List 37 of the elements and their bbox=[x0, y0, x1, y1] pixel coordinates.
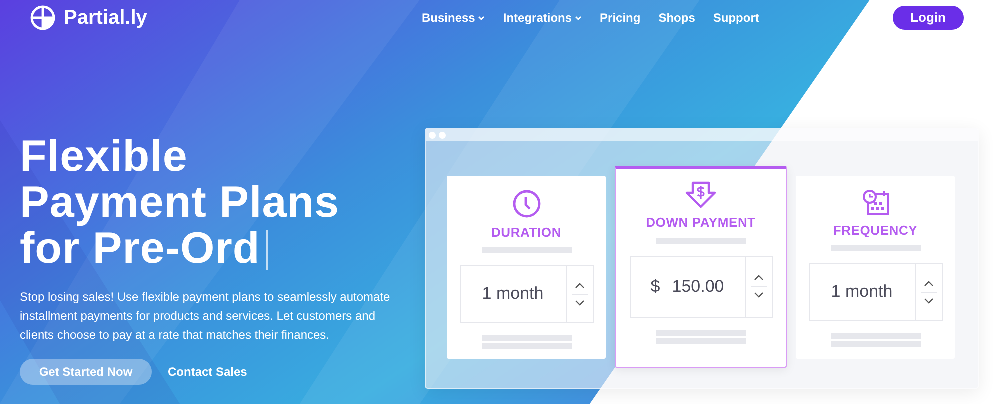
chevron-up-icon[interactable] bbox=[754, 275, 764, 281]
headline-line: Flexible bbox=[20, 134, 188, 180]
chevron-up-icon[interactable] bbox=[574, 282, 584, 288]
caret-icon bbox=[575, 16, 582, 20]
field-value: 1 month bbox=[831, 281, 893, 304]
chevron-down-icon[interactable] bbox=[924, 298, 934, 304]
stepper-field[interactable]: 1 month bbox=[460, 265, 594, 323]
chevron-down-icon[interactable] bbox=[574, 300, 584, 306]
field-value: 1 month bbox=[482, 283, 544, 306]
option-card[interactable]: FREQUENCY 1 month bbox=[796, 176, 955, 358]
nav-link[interactable]: Support bbox=[713, 9, 760, 27]
calendar-clock-icon bbox=[862, 188, 890, 216]
down-arrow-dollar-icon bbox=[685, 181, 717, 209]
text-cursor bbox=[266, 230, 268, 270]
nav-link[interactable]: Pricing bbox=[600, 9, 641, 27]
card-title: FREQUENCY bbox=[833, 222, 918, 240]
hero-description: Stop losing sales! Use flexible payment plans to seamlessly automate installment payments for products and services. Let customers and clients choose to pay at a rate that matches their finances. bbox=[20, 289, 392, 344]
option-card[interactable]: DURATION 1 month bbox=[447, 176, 606, 358]
card-title: DOWN PAYMENT bbox=[646, 214, 756, 232]
nav-link[interactable]: Integrations bbox=[503, 9, 582, 27]
login-button[interactable]: Login bbox=[892, 6, 964, 30]
stepper-field[interactable]: 1 month bbox=[808, 263, 942, 321]
contact-sales-link[interactable]: Contact Sales bbox=[166, 359, 250, 385]
logo-icon bbox=[30, 5, 56, 31]
field-value: 150.00 bbox=[672, 276, 724, 298]
headline-line: Payment Plans bbox=[20, 180, 340, 226]
card-title: DURATION bbox=[491, 224, 562, 242]
currency-symbol: $ bbox=[650, 276, 660, 298]
headline-line: for Pre-Ord bbox=[20, 226, 260, 272]
brand-name[interactable]: Partial.ly bbox=[64, 3, 148, 33]
option-card[interactable]: DOWN PAYMENT $ 150.00 bbox=[615, 166, 787, 368]
clock-icon bbox=[512, 188, 542, 218]
stepper-field[interactable]: $ 150.00 bbox=[630, 256, 772, 318]
caret-icon bbox=[478, 16, 486, 20]
chevron-down-icon[interactable] bbox=[754, 292, 764, 298]
nav-link[interactable]: Business bbox=[422, 9, 486, 27]
chevron-up-icon[interactable] bbox=[924, 280, 934, 286]
